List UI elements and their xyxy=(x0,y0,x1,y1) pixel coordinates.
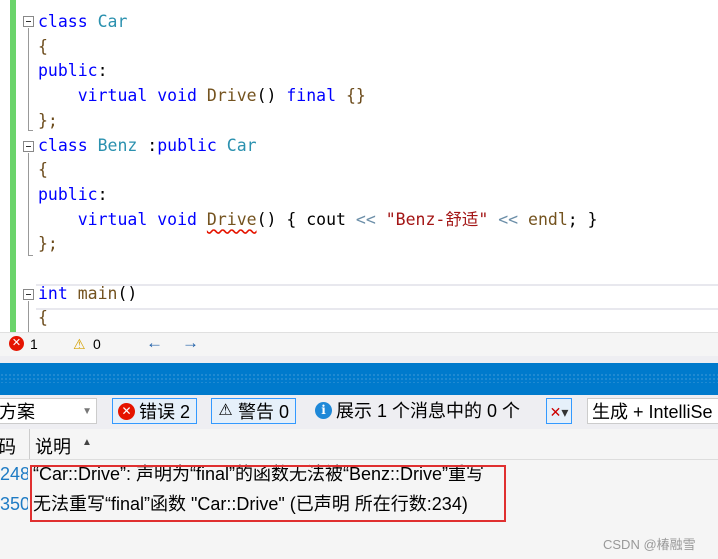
fold-toggle-icon[interactable] xyxy=(23,289,34,300)
code-token: Car xyxy=(97,12,128,31)
code-token: << xyxy=(355,209,386,229)
scope-dropdown-value: 方案 xyxy=(0,402,35,422)
code-token: { xyxy=(38,160,48,180)
code-line[interactable]: int main() xyxy=(38,282,137,306)
code-token: public xyxy=(38,184,98,204)
editor-status-bar: ✕ 1 ⚠ 0 ← → xyxy=(0,332,718,356)
errors-filter-button[interactable]: ✕ 错误 2 xyxy=(112,398,198,424)
next-arrow-icon[interactable]: → xyxy=(182,333,199,353)
code-token: : xyxy=(97,184,108,204)
fold-toggle-icon[interactable] xyxy=(23,141,34,152)
error-code: 248 xyxy=(0,464,28,484)
warnings-filter-label: 警告 0 xyxy=(238,402,290,422)
code-token: }; xyxy=(38,110,58,130)
current-line-highlight xyxy=(36,284,718,310)
error-list-toolbar: 方案 ▼ ✕ 错误 2 ⚠ 警告 0 i 展示 1 个消息中的 0 个 ✕▾ 生… xyxy=(0,395,718,429)
fold-toggle-icon[interactable] xyxy=(23,16,34,27)
fold-guide-end xyxy=(28,255,33,256)
code-token: Car xyxy=(226,135,257,155)
code-token: "Benz-舒适" xyxy=(385,209,489,229)
chevron-down-icon: ▼ xyxy=(82,406,92,417)
code-token: Benz xyxy=(97,135,148,155)
code-token: cout xyxy=(306,209,356,229)
column-header-code[interactable]: 码 xyxy=(0,433,16,459)
code-token: : xyxy=(97,61,108,81)
fold-guide xyxy=(28,28,29,130)
error-icon: ✕ xyxy=(118,403,135,420)
code-token: { xyxy=(38,36,48,56)
error-list-title-bar[interactable] xyxy=(0,363,718,395)
error-icon: ✕ xyxy=(9,336,24,351)
error-list-header: 码 说明 ▲ xyxy=(0,429,718,460)
warnings-filter-button[interactable]: ⚠ 警告 0 xyxy=(211,398,297,424)
code-token: () xyxy=(256,86,287,106)
code-token: () { xyxy=(256,209,307,229)
highlight-box xyxy=(30,465,506,522)
code-token: public xyxy=(38,61,98,81)
code-line[interactable]: { xyxy=(38,158,48,182)
code-token: virtual void xyxy=(38,209,207,229)
code-line[interactable]: class Car xyxy=(38,10,127,34)
build-source-dropdown[interactable]: 生成 + IntelliSe xyxy=(587,398,718,424)
code-token: Drive xyxy=(206,86,257,106)
errors-filter-label: 错误 2 xyxy=(139,402,191,422)
code-line[interactable]: }; xyxy=(38,109,58,133)
fold-guide-end xyxy=(28,130,33,131)
watermark: CSDN @椿融雪 xyxy=(603,537,696,552)
messages-filter-label: 展示 1 个消息中的 0 个 xyxy=(336,401,521,421)
code-token: main xyxy=(77,283,118,303)
previous-arrow-icon[interactable]: ← xyxy=(146,333,163,353)
column-header-description[interactable]: 说明 xyxy=(35,433,71,459)
error-code: 350 xyxy=(0,494,28,514)
code-line[interactable]: class Benz :public Car xyxy=(38,134,257,158)
messages-filter-button[interactable]: i 展示 1 个消息中的 0 个 xyxy=(310,398,520,424)
code-token: class xyxy=(38,12,98,31)
code-token: : xyxy=(147,135,158,155)
code-token: {} xyxy=(345,86,366,106)
warning-count[interactable]: 0 xyxy=(93,336,101,352)
scope-dropdown[interactable]: 方案 ▼ xyxy=(0,398,97,424)
code-token-error: Drive xyxy=(206,209,257,229)
code-token: final xyxy=(286,86,346,106)
code-token: endl xyxy=(528,209,568,229)
fold-guide xyxy=(28,153,29,255)
code-token: int xyxy=(38,283,78,303)
sort-ascending-icon: ▲ xyxy=(82,437,92,448)
code-line[interactable]: public: xyxy=(38,59,108,83)
code-token: virtual void xyxy=(38,86,207,106)
code-token: () xyxy=(117,283,138,303)
code-line[interactable]: { xyxy=(38,35,48,59)
code-line[interactable]: { xyxy=(38,306,48,330)
code-editor[interactable]: class Car{public: virtual void Drive() f… xyxy=(0,0,718,332)
fold-guide xyxy=(28,301,29,332)
code-line[interactable]: virtual void Drive() final {} xyxy=(38,84,366,108)
clear-filter-icon[interactable]: ✕▾ xyxy=(546,398,572,424)
code-token: { xyxy=(38,308,48,328)
code-token: ; } xyxy=(567,209,598,229)
code-line[interactable]: virtual void Drive() { cout << "Benz-舒适"… xyxy=(38,208,598,232)
code-token: class xyxy=(38,135,98,155)
build-source-value: 生成 + IntelliSe xyxy=(592,402,713,422)
code-token: << xyxy=(488,209,529,229)
code-token: public xyxy=(157,135,227,155)
error-count[interactable]: 1 xyxy=(30,336,38,352)
code-line[interactable]: public: xyxy=(38,183,108,207)
change-indicator-bar xyxy=(10,0,16,332)
column-divider xyxy=(29,429,30,459)
panel-separator xyxy=(0,356,718,363)
code-line[interactable]: }; xyxy=(38,232,58,256)
warning-icon: ⚠ xyxy=(218,402,233,419)
warning-icon: ⚠ xyxy=(73,336,86,352)
info-icon: i xyxy=(315,402,332,419)
code-token: }; xyxy=(38,234,58,254)
